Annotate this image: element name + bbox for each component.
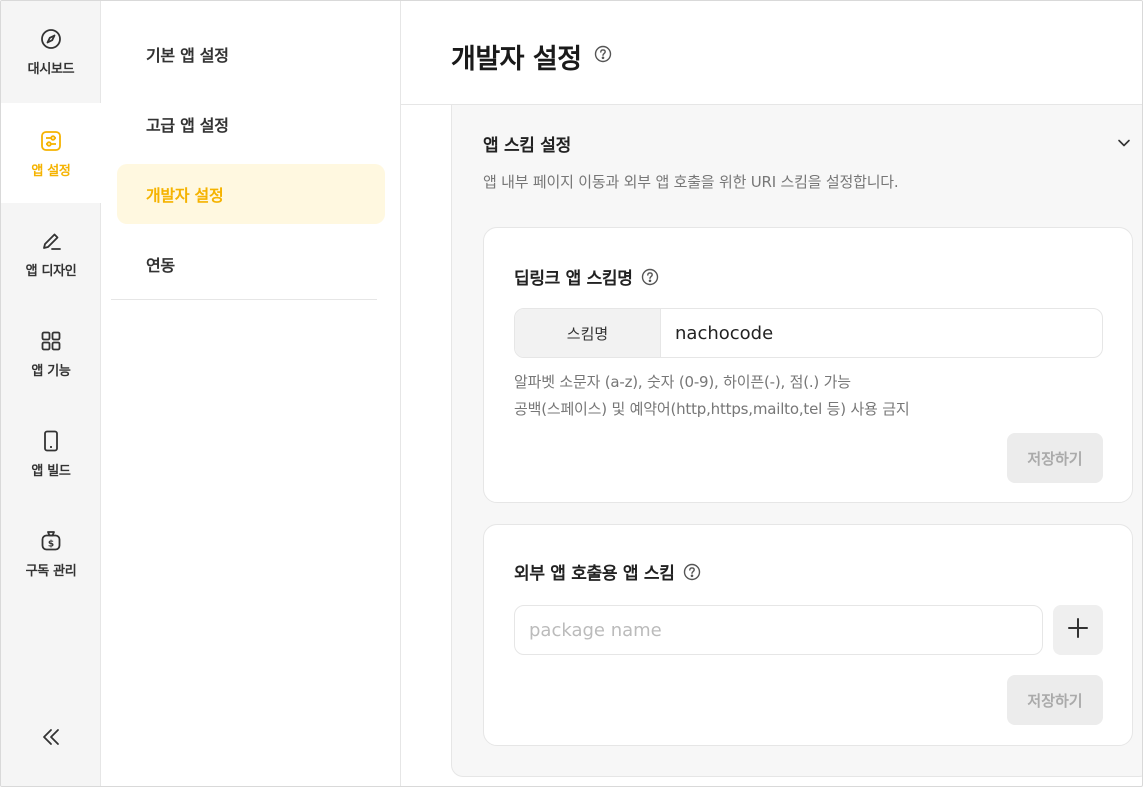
grid-icon	[38, 328, 64, 354]
save-button[interactable]: 저장하기	[1007, 675, 1103, 725]
scheme-hint-allowed: 알파벳 소문자 (a-z), 숫자 (0-9), 하이픈(-), 점(.) 가능	[514, 373, 851, 391]
rail-item-label: 앱 빌드	[31, 463, 71, 479]
scheme-name-input[interactable]: nachocode	[661, 309, 1102, 357]
subnav-item-basic-settings[interactable]: 기본 앱 설정	[117, 24, 385, 84]
plus-icon	[1067, 617, 1089, 643]
app-scheme-section: 앱 스킴 설정 앱 내부 페이지 이동과 외부 앱 호출을 위한 URI 스킴을…	[451, 105, 1142, 777]
scheme-name-field: 스킴명 nachocode	[514, 308, 1103, 358]
rail-item-label: 앱 디자인	[25, 263, 77, 279]
scheme-name-label: 스킴명	[515, 309, 661, 357]
save-button[interactable]: 저장하기	[1007, 433, 1103, 483]
settings-subnav: 기본 앱 설정 고급 앱 설정 개발자 설정 연동	[101, 1, 401, 786]
scheme-hint-forbidden: 공백(스페이스) 및 예약어(http,https,mailto,tel 등) …	[514, 400, 910, 418]
card-title-text: 딥링크 앱 스킴명	[514, 269, 633, 289]
subnav-item-label: 고급 앱 설정	[146, 116, 229, 135]
chevron-down-icon[interactable]	[1116, 135, 1132, 155]
subnav-item-advanced-settings[interactable]: 고급 앱 설정	[117, 94, 385, 154]
external-app-scheme-card: 외부 앱 호출용 앱 스킴 package name 저장하기	[483, 524, 1133, 746]
subnav-item-label: 기본 앱 설정	[146, 46, 229, 65]
help-circle-icon[interactable]	[594, 45, 612, 67]
deeplink-scheme-card: 딥링크 앱 스킴명 스킴명 nachocode 알파벳 소문자 (a-z), 숫…	[483, 227, 1133, 503]
compass-icon	[38, 26, 64, 52]
card-title-text: 외부 앱 호출용 앱 스킴	[514, 564, 675, 584]
rail-item-app-features[interactable]: 앱 기능	[1, 303, 101, 403]
rail-item-app-build[interactable]: 앱 빌드	[1, 403, 101, 503]
rail-item-dashboard[interactable]: 대시보드	[1, 1, 101, 101]
package-name-input[interactable]: package name	[514, 605, 1043, 655]
card-title: 딥링크 앱 스킴명	[514, 264, 659, 289]
rail-item-app-settings[interactable]: 앱 설정	[1, 103, 101, 203]
rail-item-label: 구독 관리	[25, 563, 77, 579]
page-title: 개발자 설정	[451, 44, 582, 75]
rail-item-app-design[interactable]: 앱 디자인	[1, 203, 101, 303]
help-circle-icon[interactable]	[641, 268, 659, 286]
app-window: 대시보드 앱 설정 앱 디자인 앱 기능 앱 빌드 $ 구독 관리 기본 앱 설…	[0, 0, 1143, 787]
pen-icon	[38, 228, 64, 254]
rail-item-label: 앱 설정	[31, 163, 71, 179]
double-chevron-left-icon[interactable]	[31, 721, 71, 753]
primary-rail: 대시보드 앱 설정 앱 디자인 앱 기능 앱 빌드 $ 구독 관리	[1, 1, 101, 786]
phone-icon	[38, 428, 64, 454]
add-package-button[interactable]	[1053, 605, 1103, 655]
page-header: 개발자 설정	[401, 1, 1142, 105]
rail-item-subscription[interactable]: $ 구독 관리	[1, 503, 101, 603]
subnav-item-label: 개발자 설정	[146, 186, 224, 205]
rail-item-label: 앱 기능	[31, 363, 71, 379]
section-description: 앱 내부 페이지 이동과 외부 앱 호출을 위한 URI 스킴을 설정합니다.	[483, 173, 899, 191]
rail-item-label: 대시보드	[27, 61, 75, 77]
subnav-item-integrations[interactable]: 연동	[117, 234, 385, 294]
sliders-icon	[38, 128, 64, 154]
subnav-item-label: 연동	[146, 256, 175, 275]
card-title: 외부 앱 호출용 앱 스킴	[514, 559, 701, 584]
help-circle-icon[interactable]	[683, 563, 701, 581]
svg-text:$: $	[48, 539, 54, 549]
subnav-item-developer-settings[interactable]: 개발자 설정	[117, 164, 385, 224]
money-bag-icon: $	[38, 528, 64, 554]
subnav-divider	[111, 299, 377, 300]
section-title: 앱 스킴 설정	[483, 136, 571, 156]
